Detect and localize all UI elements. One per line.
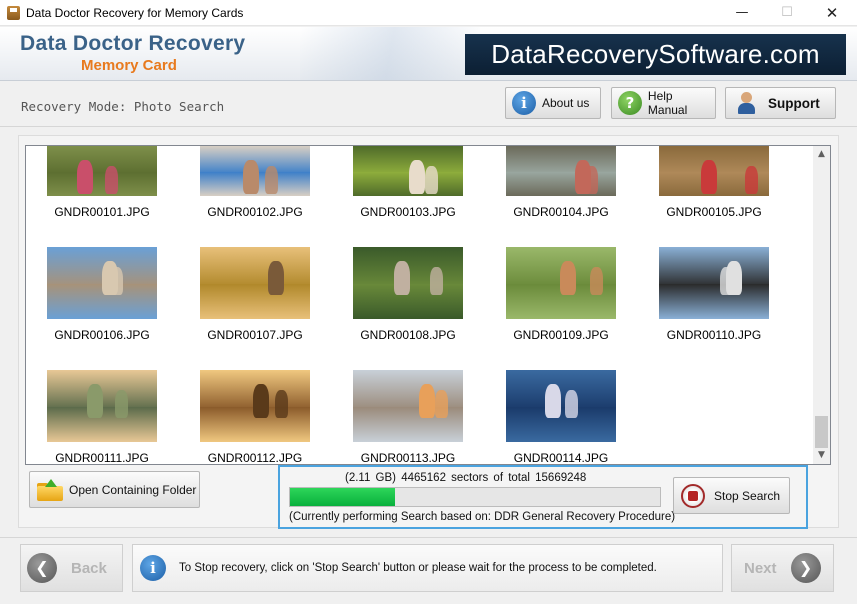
info-icon: i (140, 555, 166, 581)
stop-search-label: Stop Search (714, 488, 781, 503)
photo-thumbnail[interactable] (659, 247, 769, 319)
next-button[interactable]: Next ❯ (731, 544, 834, 592)
back-arrow-icon: ❮ (27, 553, 57, 583)
photo-thumbnail[interactable] (506, 247, 616, 319)
scrollbar-thumb[interactable] (815, 416, 828, 448)
brand-title: Data Doctor Recovery (20, 32, 246, 55)
photo-filename: GNDR00110.JPG (666, 328, 762, 342)
divider (0, 126, 857, 127)
help-manual-button[interactable]: ? Help Manual (611, 87, 716, 119)
app-icon (7, 6, 20, 20)
open-folder-label: Open Containing Folder (69, 482, 197, 497)
sectors-progress-text: (2.11 GB) 4465162 sectors of total 15669… (345, 472, 587, 484)
info-message-bar: i To Stop recovery, click on 'Stop Searc… (132, 544, 723, 592)
back-button[interactable]: ❮ Back (20, 544, 123, 592)
photo-thumbnail[interactable] (506, 146, 616, 196)
support-label: Support (768, 95, 820, 111)
photo-filename: GNDR00103.JPG (360, 205, 456, 219)
gallery-scrollbar[interactable]: ▲ ▼ (813, 146, 830, 464)
photo-filename: GNDR00105.JPG (666, 205, 762, 219)
back-label: Back (71, 559, 107, 577)
help-icon: ? (618, 91, 642, 115)
maximize-button[interactable]: ☐ (772, 3, 802, 23)
search-status-text: (Currently performing Search based on: D… (289, 511, 676, 523)
support-person-icon (736, 91, 758, 115)
photo-filename: GNDR00106.JPG (54, 328, 150, 342)
next-label: Next (744, 559, 777, 577)
close-button[interactable]: ✕ (817, 3, 847, 23)
scroll-down-icon[interactable]: ▼ (813, 447, 830, 464)
site-logo: DataRecoverySoftware.com (465, 34, 846, 75)
photo-thumbnail[interactable] (353, 146, 463, 196)
help-manual-label: Help Manual (647, 89, 688, 117)
progress-bar (289, 487, 661, 507)
stop-search-button[interactable]: Stop Search (673, 477, 790, 514)
progress-panel: (2.11 GB) 4465162 sectors of total 15669… (278, 465, 808, 529)
photo-thumbnail[interactable] (506, 370, 616, 442)
photo-thumbnail[interactable] (353, 247, 463, 319)
photo-thumbnail[interactable] (200, 247, 310, 319)
header-banner: Data Doctor Recovery Memory Card DataRec… (0, 27, 857, 81)
brand-subtitle: Memory Card (81, 57, 177, 74)
photo-filename: GNDR00108.JPG (360, 328, 456, 342)
recovery-mode-label: Recovery Mode: Photo Search (21, 99, 225, 114)
photo-thumbnail[interactable] (47, 370, 157, 442)
photo-filename: GNDR00104.JPG (513, 205, 609, 219)
photo-gallery[interactable]: GNDR00101.JPG GNDR00102.JPG GNDR00103.JPG G… (25, 145, 831, 465)
stop-icon (681, 483, 705, 508)
window-title: Data Doctor Recovery for Memory Cards (26, 6, 244, 20)
divider (0, 537, 857, 538)
about-us-button[interactable]: i About us (505, 87, 601, 119)
photo-thumbnail[interactable] (47, 146, 157, 196)
photo-thumbnail[interactable] (47, 247, 157, 319)
photo-filename: GNDR00102.JPG (207, 205, 303, 219)
info-icon: i (512, 91, 536, 115)
photo-filename: GNDR00111.JPG (55, 451, 149, 465)
photo-thumbnail[interactable] (200, 370, 310, 442)
photo-filename: GNDR00101.JPG (54, 205, 150, 219)
photo-thumbnail[interactable] (353, 370, 463, 442)
scroll-up-icon[interactable]: ▲ (813, 146, 830, 163)
photo-filename: GNDR00112.JPG (207, 451, 303, 465)
next-arrow-icon: ❯ (790, 553, 821, 583)
open-containing-folder-button[interactable]: Open Containing Folder (29, 471, 200, 508)
about-us-label: About us (542, 96, 590, 110)
site-name: DataRecoverySoftware.com (491, 39, 820, 69)
photo-thumbnail[interactable] (659, 146, 769, 196)
photo-filename: GNDR00107.JPG (207, 328, 303, 342)
photo-filename: GNDR00114.JPG (513, 451, 609, 465)
info-message: To Stop recovery, click on 'Stop Search'… (179, 562, 657, 574)
progress-bar-fill (290, 488, 396, 506)
banner-decoration (300, 27, 480, 80)
photo-filename: GNDR00113.JPG (360, 451, 456, 465)
minimize-button[interactable]: — (727, 3, 757, 23)
photo-filename: GNDR00109.JPG (513, 328, 609, 342)
photo-thumbnail[interactable] (200, 146, 310, 196)
title-bar: Data Doctor Recovery for Memory Cards — … (0, 0, 857, 26)
folder-icon (37, 478, 63, 501)
support-button[interactable]: Support (725, 87, 836, 119)
